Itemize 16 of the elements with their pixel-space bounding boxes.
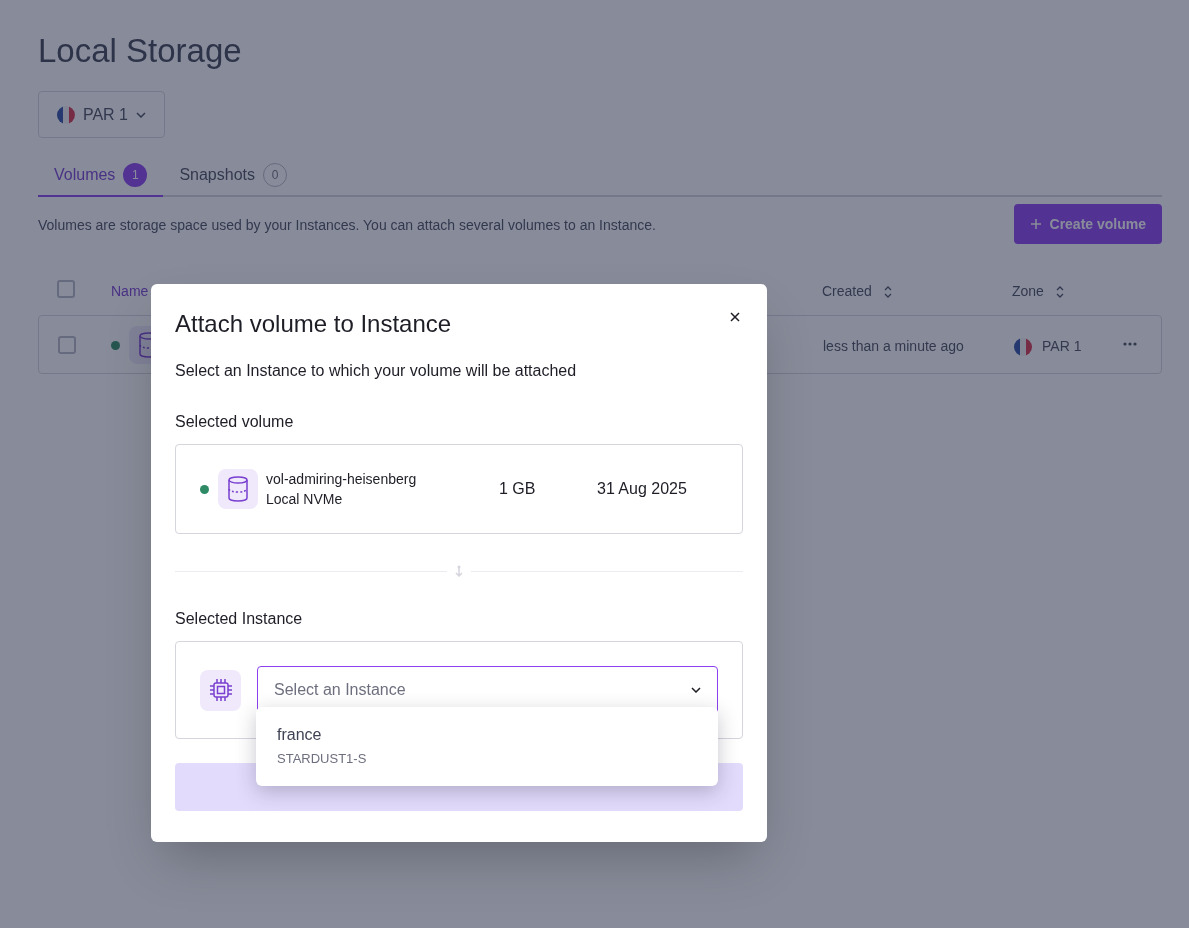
volume-size: 1 GB xyxy=(499,479,537,499)
dialog-title: Attach volume to Instance xyxy=(175,309,452,339)
table-cell-text: less than a minute ago xyxy=(823,337,964,356)
dialog-subtitle: Select an Instance to which your volume will be attached xyxy=(175,361,578,381)
count-badge: 1 xyxy=(123,163,148,187)
option-type: STARDUST1-S xyxy=(277,750,368,768)
option-name: france xyxy=(277,725,323,745)
page-title: Local Storage xyxy=(38,31,243,71)
volume-date: 31 Aug 2025 xyxy=(597,479,687,499)
volume-name: vol-admiring-heisenberg xyxy=(266,470,418,489)
section-label: Selected Instance xyxy=(175,609,304,629)
table-cell-text: PAR 1 xyxy=(1042,337,1082,356)
description-text: Volumes are storage space used by your Instances. You can attach several volumes to an Instance. xyxy=(38,216,656,235)
volume-type: Local NVMe xyxy=(266,490,344,509)
select-placeholder: Select an Instance xyxy=(274,680,406,700)
section-label: Selected volume xyxy=(175,412,295,432)
